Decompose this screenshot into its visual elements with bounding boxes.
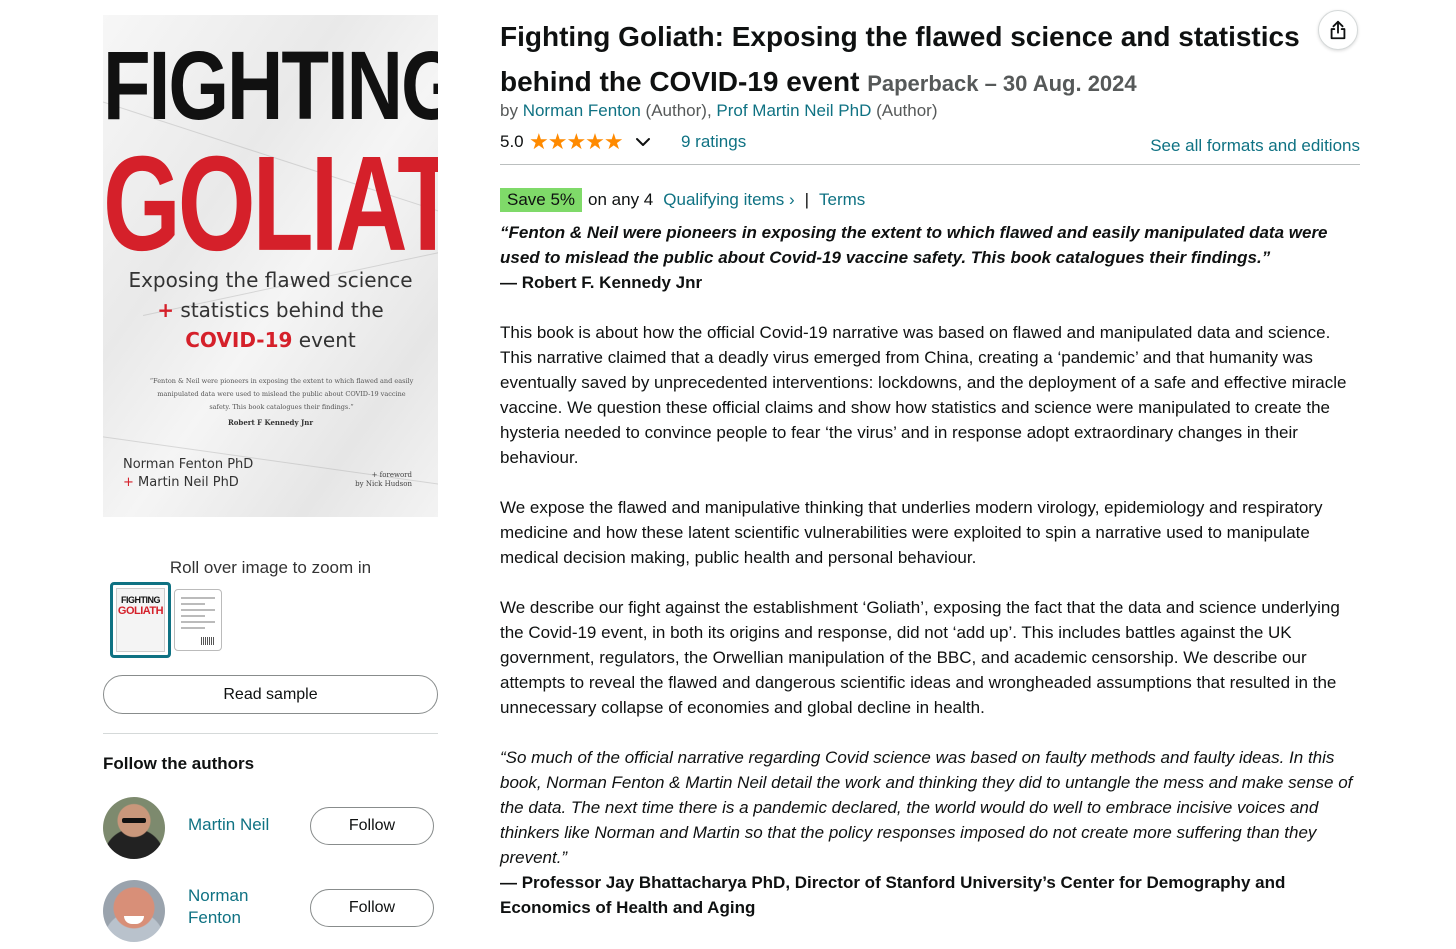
terms-link[interactable]: Terms	[819, 190, 865, 209]
promo-separator: |	[804, 190, 810, 209]
endorsement-quote: “Fenton & Neil were pioneers in exposing…	[500, 223, 1328, 267]
thumbnail-back-cover[interactable]	[174, 589, 222, 651]
save-badge: Save 5%	[500, 188, 583, 212]
chevron-down-icon[interactable]	[634, 131, 652, 153]
cover-plus: +	[157, 298, 175, 322]
cover-quote: “Fenton & Neil were pioneers in exposing…	[149, 377, 414, 411]
zoom-hint: Roll over image to zoom in	[169, 558, 372, 577]
rating-value: 5.0	[500, 132, 524, 151]
endorsement-attribution: — Professor Jay Bhattacharya PhD, Direct…	[500, 873, 1286, 917]
read-sample-button[interactable]: Read sample	[103, 675, 438, 714]
author-link-martin-neil-byline[interactable]: Prof Martin Neil PhD	[716, 101, 871, 120]
cover-author-2: Martin Neil PhD	[133, 475, 239, 490]
description-paragraph: We expose the flawed and manipulative th…	[500, 498, 1323, 567]
cover-foreword: + foreword by Nick Hudson	[355, 471, 412, 489]
description-paragraph: We describe our fight against the establ…	[500, 598, 1340, 717]
avatar[interactable]	[103, 880, 165, 942]
qualifying-items-link[interactable]: Qualifying items ›	[663, 190, 794, 209]
author-link-martin-neil[interactable]: Martin Neil	[188, 814, 288, 836]
thumbnail-title-1: FIGHTING	[121, 595, 161, 605]
follow-button-martin-neil[interactable]: Follow	[310, 807, 434, 845]
cover-authors: Norman Fenton PhD + Martin Neil PhD	[123, 456, 253, 492]
cover-art[interactable]: FIGHTING GOLIATH Exposing the flawed sci…	[103, 15, 438, 517]
cover-author-plus: +	[123, 475, 134, 490]
product-format-date: Paperback – 30 Aug. 2024	[867, 71, 1137, 96]
barcode-icon	[201, 637, 215, 645]
see-all-formats-link[interactable]: See all formats and editions	[1150, 136, 1360, 156]
star-rating-icon[interactable]: ★★★★★	[529, 131, 624, 153]
author-card-norman-fenton: Norman Fenton Follow	[103, 880, 438, 944]
divider	[500, 164, 1360, 165]
promotion: Save 5% on any 4 Qualifying items › | Terms	[500, 188, 865, 212]
author-role: (Author)	[871, 101, 938, 120]
follow-button-norman-fenton[interactable]: Follow	[310, 889, 434, 927]
cover-title-fighting: FIGHTING	[103, 30, 438, 141]
cover-title-goliath: GOLIATH	[103, 128, 438, 280]
divider	[103, 733, 438, 734]
byline: by Norman Fenton (Author), Prof Martin N…	[500, 101, 937, 121]
rating-row: 5.0 ★★★★★ 9 ratings See all formats and …	[500, 130, 1360, 156]
author-role: (Author),	[640, 101, 717, 120]
byline-prefix: by	[500, 101, 523, 120]
thumbnail-title-2: GOLIATH	[117, 605, 164, 617]
cover-subtitle-line2: statistics behind the	[174, 298, 384, 322]
author-link-norman-fenton[interactable]: Norman Fenton	[188, 885, 288, 929]
ratings-count-link[interactable]: 9 ratings	[681, 132, 746, 152]
cover-subtitle: Exposing the flawed science + statistics…	[103, 265, 438, 355]
book-cover-image[interactable]: FIGHTING GOLIATH Exposing the flawed sci…	[103, 15, 438, 517]
cover-subtitle-line1: Exposing the flawed science	[128, 268, 413, 292]
cover-covid: COVID-19	[185, 328, 293, 352]
description-paragraph: This book is about how the official Covi…	[500, 323, 1347, 467]
author-link-norman-fenton-byline[interactable]: Norman Fenton	[523, 101, 641, 120]
follow-authors-heading: Follow the authors	[103, 754, 255, 773]
thumbnail-front-cover-art: FIGHTING GOLIATH	[116, 588, 165, 652]
avatar[interactable]	[103, 797, 165, 859]
cover-subtitle-end: event	[292, 328, 356, 352]
book-description: “Fenton & Neil were pioneers in exposing…	[500, 220, 1360, 920]
share-icon	[1330, 20, 1346, 40]
author-card-martin-neil: Martin Neil Follow	[103, 797, 438, 861]
cover-foreword-line2: by Nick Hudson	[355, 480, 412, 488]
promo-text: on any 4	[588, 190, 654, 209]
cover-quote-by: Robert F Kennedy Jnr	[227, 418, 314, 427]
cover-author-1: Norman Fenton PhD	[123, 457, 254, 472]
thumbnail-front-cover[interactable]: FIGHTING GOLIATH	[110, 582, 171, 658]
product-title: Fighting Goliath: Exposing the flawed sc…	[500, 14, 1300, 106]
endorsement-quote: “So much of the official narrative regar…	[500, 748, 1353, 867]
endorsement-attribution: — Robert F. Kennedy Jnr	[500, 273, 703, 292]
share-button[interactable]	[1318, 10, 1358, 50]
cover-foreword-line1: + foreword	[371, 471, 412, 479]
